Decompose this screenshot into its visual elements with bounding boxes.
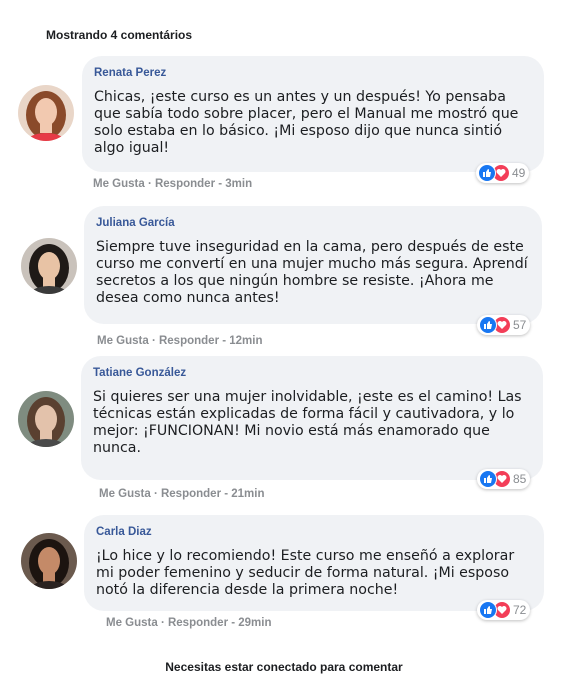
- comment-text: ¡Lo hice y lo recomiendo! Este curso me …: [96, 548, 515, 598]
- comment-text: Siempre tuve inseguridad en la cama, per…: [96, 239, 528, 306]
- avatar[interactable]: [18, 85, 74, 141]
- reaction-summary[interactable]: 49: [476, 163, 530, 183]
- avatar[interactable]: [21, 238, 77, 294]
- like-icon: [479, 316, 497, 334]
- comment-actions[interactable]: Me Gusta · Responder - 12min: [97, 335, 263, 347]
- comment-bubble: Carla Diaz ¡Lo hice y lo recomiendo! Est…: [84, 515, 544, 611]
- comment-bubble: Juliana García Siempre tuve inseguridad …: [84, 206, 542, 324]
- like-icon: [478, 164, 496, 182]
- reaction-summary[interactable]: 57: [477, 315, 531, 335]
- comment-author[interactable]: Renata Perez: [94, 67, 532, 79]
- avatar[interactable]: [21, 533, 77, 589]
- comment-count-label: Mostrando 4 comentários: [46, 28, 193, 42]
- avatar[interactable]: [18, 391, 74, 447]
- reaction-count: 57: [513, 318, 527, 332]
- reaction-summary[interactable]: 72: [477, 600, 531, 620]
- comment-bubble: Renata Perez Chicas, ¡este curso es un a…: [82, 56, 544, 172]
- login-required-notice: Necesitas estar conectado para comentar: [165, 660, 403, 674]
- comment-actions[interactable]: Me Gusta · Responder - 29min: [106, 617, 272, 629]
- comment-text: Si quieres ser una mujer inolvidable, ¡e…: [93, 389, 522, 456]
- comment-text: Chicas, ¡este curso es un antes y un des…: [94, 89, 519, 156]
- like-icon: [479, 470, 497, 488]
- comment-actions[interactable]: Me Gusta · Responder - 21min: [99, 488, 265, 500]
- like-icon: [479, 601, 497, 619]
- comment-author[interactable]: Tatiane González: [93, 367, 531, 379]
- comment-bubble: Tatiane González Si quieres ser una muje…: [81, 356, 543, 480]
- reaction-count: 49: [512, 166, 526, 180]
- comment-author[interactable]: Juliana García: [96, 217, 530, 229]
- comment-author[interactable]: Carla Diaz: [96, 526, 532, 538]
- reaction-count: 72: [513, 603, 527, 617]
- comment-actions[interactable]: Me Gusta · Responder - 3min: [93, 178, 252, 190]
- reaction-count: 85: [513, 472, 527, 486]
- reaction-summary[interactable]: 85: [477, 469, 531, 489]
